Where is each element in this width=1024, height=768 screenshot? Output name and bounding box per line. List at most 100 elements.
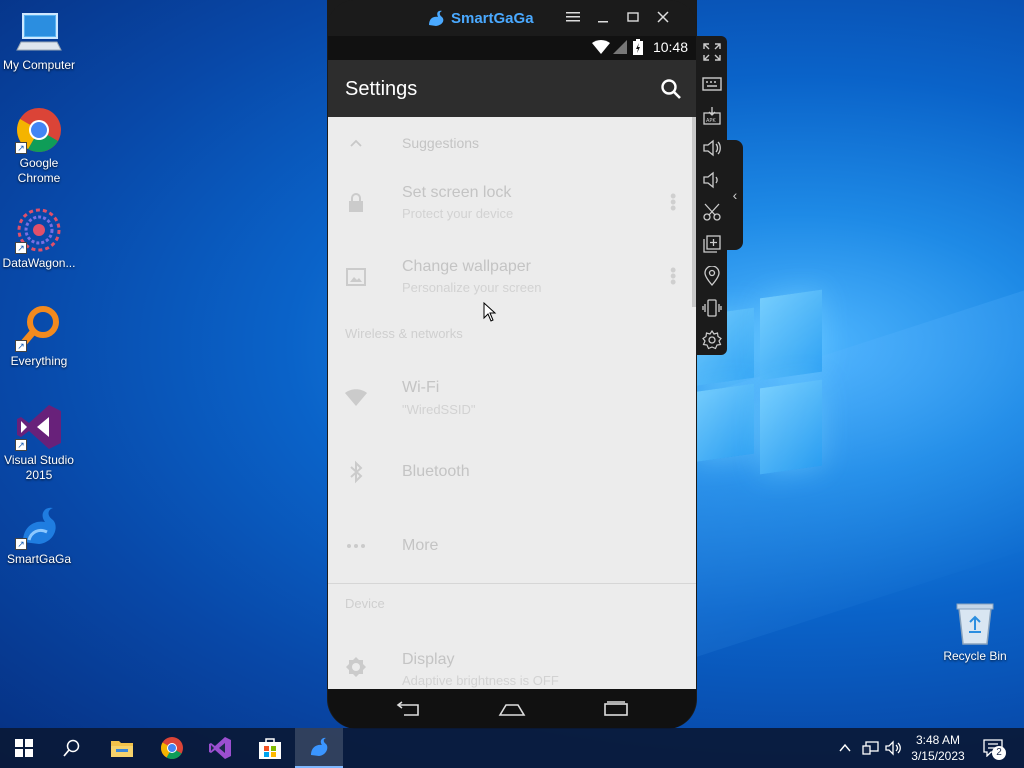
settings-item-display[interactable]: Display Adaptive brightness is OFF xyxy=(328,643,692,689)
taskbar-search-button[interactable] xyxy=(48,728,96,768)
notification-count-badge: 2 xyxy=(992,746,1006,760)
settings-scrollbar[interactable] xyxy=(692,117,696,307)
emulator-minimize-button[interactable] xyxy=(593,8,613,28)
settings-item-title: Display xyxy=(402,651,455,668)
clock-time: 3:48 AM xyxy=(915,733,961,747)
more-horizontal-icon xyxy=(347,544,365,548)
settings-list[interactable]: Suggestions Set screen lock Protect your… xyxy=(328,117,696,689)
desktop-icon-smartgaga[interactable]: ↗ SmartGaGa xyxy=(0,502,78,567)
settings-item-subtitle: Adaptive brightness is OFF xyxy=(402,673,559,688)
emulator-side-toolbar: APK xyxy=(697,36,727,355)
taskbar-chrome[interactable] xyxy=(148,728,196,768)
keyboard-icon[interactable] xyxy=(702,74,722,94)
recent-apps-button-icon[interactable] xyxy=(602,699,630,719)
desktop-icon-label: Everything xyxy=(10,354,68,368)
desktop-icon-datawagon[interactable]: ↗ DataWagon... xyxy=(0,206,78,271)
desktop-icon-my-computer[interactable]: My Computer xyxy=(0,8,78,73)
action-center-button[interactable]: 2 xyxy=(980,728,1008,768)
settings-item-subtitle: "WiredSSID" xyxy=(402,402,476,417)
desktop-icon-label: Recycle Bin xyxy=(943,649,1007,663)
maximize-icon xyxy=(627,12,639,22)
fullscreen-icon[interactable] xyxy=(702,42,722,62)
taskbar: 3:48 AM 3/15/2023 2 xyxy=(0,728,1024,768)
computer-icon xyxy=(15,8,63,56)
overflow-menu-icon[interactable]: • • • xyxy=(670,261,676,291)
close-icon xyxy=(657,11,669,23)
emulator-maximize-button[interactable] xyxy=(623,8,643,28)
settings-item-bluetooth[interactable]: Bluetooth xyxy=(328,447,692,497)
taskbar-clock[interactable]: 3:48 AM 3/15/2023 xyxy=(900,732,976,764)
suggestions-header[interactable]: Suggestions xyxy=(328,131,692,157)
search-icon[interactable] xyxy=(660,78,682,100)
section-header-wireless: Wireless & networks xyxy=(345,326,463,341)
emulator-menu-button[interactable] xyxy=(563,8,583,28)
windows-start-icon xyxy=(15,739,33,757)
display-brightness-icon xyxy=(346,657,366,677)
shake-icon[interactable] xyxy=(702,298,722,318)
settings-gear-icon[interactable] xyxy=(702,330,722,350)
overflow-menu-icon[interactable]: • • • xyxy=(670,187,676,217)
volume-down-icon[interactable] xyxy=(702,170,722,190)
section-divider xyxy=(328,583,696,584)
desktop-icon-label: Visual Studio 2015 xyxy=(4,453,74,482)
show-hidden-icons-chevron-icon[interactable] xyxy=(838,741,852,755)
back-button-icon[interactable] xyxy=(394,699,422,719)
visual-studio-icon xyxy=(209,737,231,759)
desktop-icon-label: Google Chrome xyxy=(17,156,61,185)
home-button-icon[interactable] xyxy=(498,699,526,719)
taskbar-file-explorer[interactable] xyxy=(98,728,146,768)
battery-charging-icon xyxy=(633,39,643,55)
suggestion-subtitle: Personalize your screen xyxy=(402,280,542,295)
desktop-icon-visual-studio[interactable]: ↗ Visual Studio 2015 xyxy=(0,403,78,483)
desktop-icon-label: DataWagon... xyxy=(2,256,76,270)
visual-studio-icon: ↗ xyxy=(15,403,63,451)
search-icon xyxy=(63,739,80,757)
suggestion-wallpaper[interactable]: Change wallpaper Personalize your screen… xyxy=(328,251,692,311)
apk-install-icon[interactable]: APK xyxy=(702,106,722,126)
volume-up-icon[interactable] xyxy=(702,138,722,158)
settings-item-more[interactable]: More xyxy=(328,521,692,571)
taskbar-microsoft-store[interactable] xyxy=(246,728,294,768)
settings-item-wifi[interactable]: Wi-Fi "WiredSSID" xyxy=(328,369,692,427)
start-button[interactable] xyxy=(0,728,48,768)
settings-item-title: Wi-Fi xyxy=(402,379,440,396)
chrome-icon xyxy=(161,737,183,759)
datawagon-icon: ↗ xyxy=(15,206,63,254)
smartgaga-logo-icon xyxy=(429,10,444,26)
suggestions-header-label: Suggestions xyxy=(402,135,480,151)
multi-instance-icon[interactable] xyxy=(702,234,722,254)
file-explorer-icon xyxy=(111,741,133,757)
minimize-icon xyxy=(598,21,608,23)
desktop-icon-label: My Computer xyxy=(2,58,76,72)
chevron-up-icon xyxy=(350,139,362,147)
recycle-bin-icon xyxy=(956,603,994,645)
mouse-cursor-icon xyxy=(483,302,497,322)
desktop-icon-label: SmartGaGa xyxy=(6,552,72,566)
settings-item-title: Bluetooth xyxy=(402,463,470,480)
page-title: Settings xyxy=(345,78,418,100)
smartgaga-icon: ↗ xyxy=(15,502,63,550)
wifi-signal-icon xyxy=(592,40,610,54)
emulator-close-button[interactable] xyxy=(653,8,673,28)
desktop-icon-google-chrome[interactable]: ↗ Google Chrome xyxy=(0,106,78,186)
wifi-icon xyxy=(345,389,367,406)
emulator-brand-label: SmartGaGa xyxy=(451,9,534,27)
network-icon[interactable] xyxy=(862,740,880,756)
desktop-icon-recycle-bin[interactable]: Recycle Bin xyxy=(938,600,1012,663)
status-time: 10:48 xyxy=(652,39,688,55)
suggestion-screen-lock[interactable]: Set screen lock Protect your device • • • xyxy=(328,177,692,237)
side-toolbar-collapse-toggle[interactable]: ‹ xyxy=(727,140,743,250)
emulator-brand: SmartGaGa xyxy=(427,8,534,28)
svg-text:APK: APK xyxy=(706,118,716,124)
lock-icon xyxy=(349,193,363,212)
location-icon[interactable] xyxy=(702,266,722,286)
microsoft-store-icon xyxy=(259,738,281,759)
desktop-icon-everything[interactable]: ↗ Everything xyxy=(0,304,78,369)
chevron-left-icon: ‹ xyxy=(732,187,738,203)
taskbar-smartgaga[interactable] xyxy=(295,728,343,768)
emulator-title-bar[interactable]: SmartGaGa xyxy=(327,0,697,36)
suggestion-subtitle: Protect your device xyxy=(402,206,514,221)
taskbar-visual-studio[interactable] xyxy=(196,728,244,768)
section-header-device: Device xyxy=(345,596,385,611)
screenshot-scissors-icon[interactable] xyxy=(702,202,722,222)
